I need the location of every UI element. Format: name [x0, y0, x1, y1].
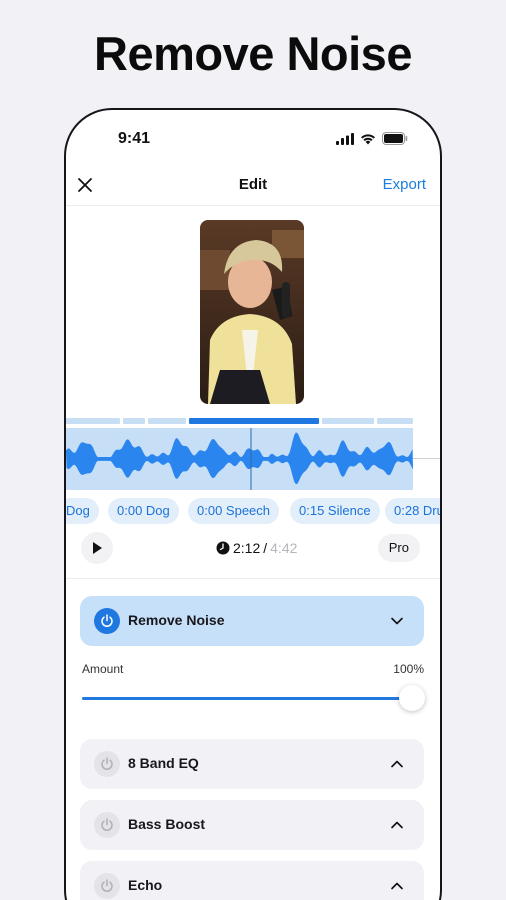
waveform-shape — [66, 428, 413, 490]
nav-bar: Edit Export — [66, 168, 440, 206]
segment[interactable] — [123, 418, 145, 424]
battery-icon — [382, 132, 408, 145]
chevron-down-icon[interactable] — [390, 614, 404, 628]
play-icon — [93, 542, 102, 554]
effect-bass-boost[interactable]: Bass Boost — [80, 800, 424, 850]
clock-icon — [216, 541, 230, 555]
chip-silence[interactable]: 0:15 Silence — [290, 498, 380, 524]
effect-label: 8 Band EQ — [128, 755, 199, 771]
total-time: 4:42 — [270, 540, 298, 556]
chevron-up-icon[interactable] — [390, 818, 404, 832]
effect-8-band-eq[interactable]: 8 Band EQ — [80, 739, 424, 789]
playback-time: 2:12 / 4:42 — [216, 540, 297, 556]
effect-remove-noise[interactable]: Remove Noise — [80, 596, 424, 646]
chip-speech[interactable]: 0:00 Speech — [188, 498, 280, 524]
amount-value: 100% — [393, 662, 424, 676]
power-icon[interactable] — [94, 608, 120, 634]
chevron-up-icon[interactable] — [390, 757, 404, 771]
segment[interactable] — [148, 418, 186, 424]
time-separator: / — [263, 540, 268, 556]
signal-icon — [336, 132, 354, 145]
chip-drums[interactable]: 0:28 Dru — [385, 498, 440, 524]
effect-label: Remove Noise — [128, 612, 225, 628]
effect-label: Echo — [128, 877, 163, 893]
effect-label: Bass Boost — [128, 816, 206, 832]
video-thumbnail[interactable] — [200, 220, 304, 404]
effect-echo[interactable]: Echo — [80, 861, 424, 900]
slider-fill — [82, 697, 412, 700]
segment[interactable] — [377, 418, 413, 424]
slider-thumb[interactable] — [399, 685, 425, 711]
power-icon[interactable] — [94, 812, 120, 838]
chevron-up-icon[interactable] — [390, 879, 404, 893]
segment-active[interactable] — [189, 418, 319, 424]
segment[interactable] — [322, 418, 374, 424]
amount-label: Amount — [82, 662, 124, 676]
headline: Remove Noise — [94, 27, 412, 80]
chip-dog-a[interactable]: Dog — [66, 498, 99, 524]
status-icons — [336, 132, 408, 145]
current-time: 2:12 — [233, 540, 261, 556]
wifi-icon — [361, 133, 375, 144]
amount-slider[interactable] — [82, 697, 412, 700]
player-controls: 2:12 / 4:42 Pro — [66, 532, 440, 566]
power-icon[interactable] — [94, 873, 120, 899]
power-icon[interactable] — [94, 751, 120, 777]
play-button[interactable] — [81, 532, 113, 564]
waveform[interactable] — [66, 428, 413, 490]
chip-dog-b[interactable]: 0:00 Dog — [108, 498, 179, 524]
phone-frame: 9:41 Edit Export Dog 0:00 Dog 0:00 Speec… — [64, 108, 442, 900]
chip-row: Dog 0:00 Dog 0:00 Speech 0:15 Silence 0:… — [66, 498, 440, 526]
export-button[interactable]: Export — [383, 176, 426, 193]
status-bar: 9:41 — [66, 110, 440, 170]
segment[interactable] — [66, 418, 120, 424]
waveform-baseline — [413, 458, 440, 459]
pro-button[interactable]: Pro — [377, 534, 420, 562]
person-image — [200, 220, 304, 404]
status-time: 9:41 — [118, 130, 151, 147]
section-divider — [66, 578, 440, 579]
